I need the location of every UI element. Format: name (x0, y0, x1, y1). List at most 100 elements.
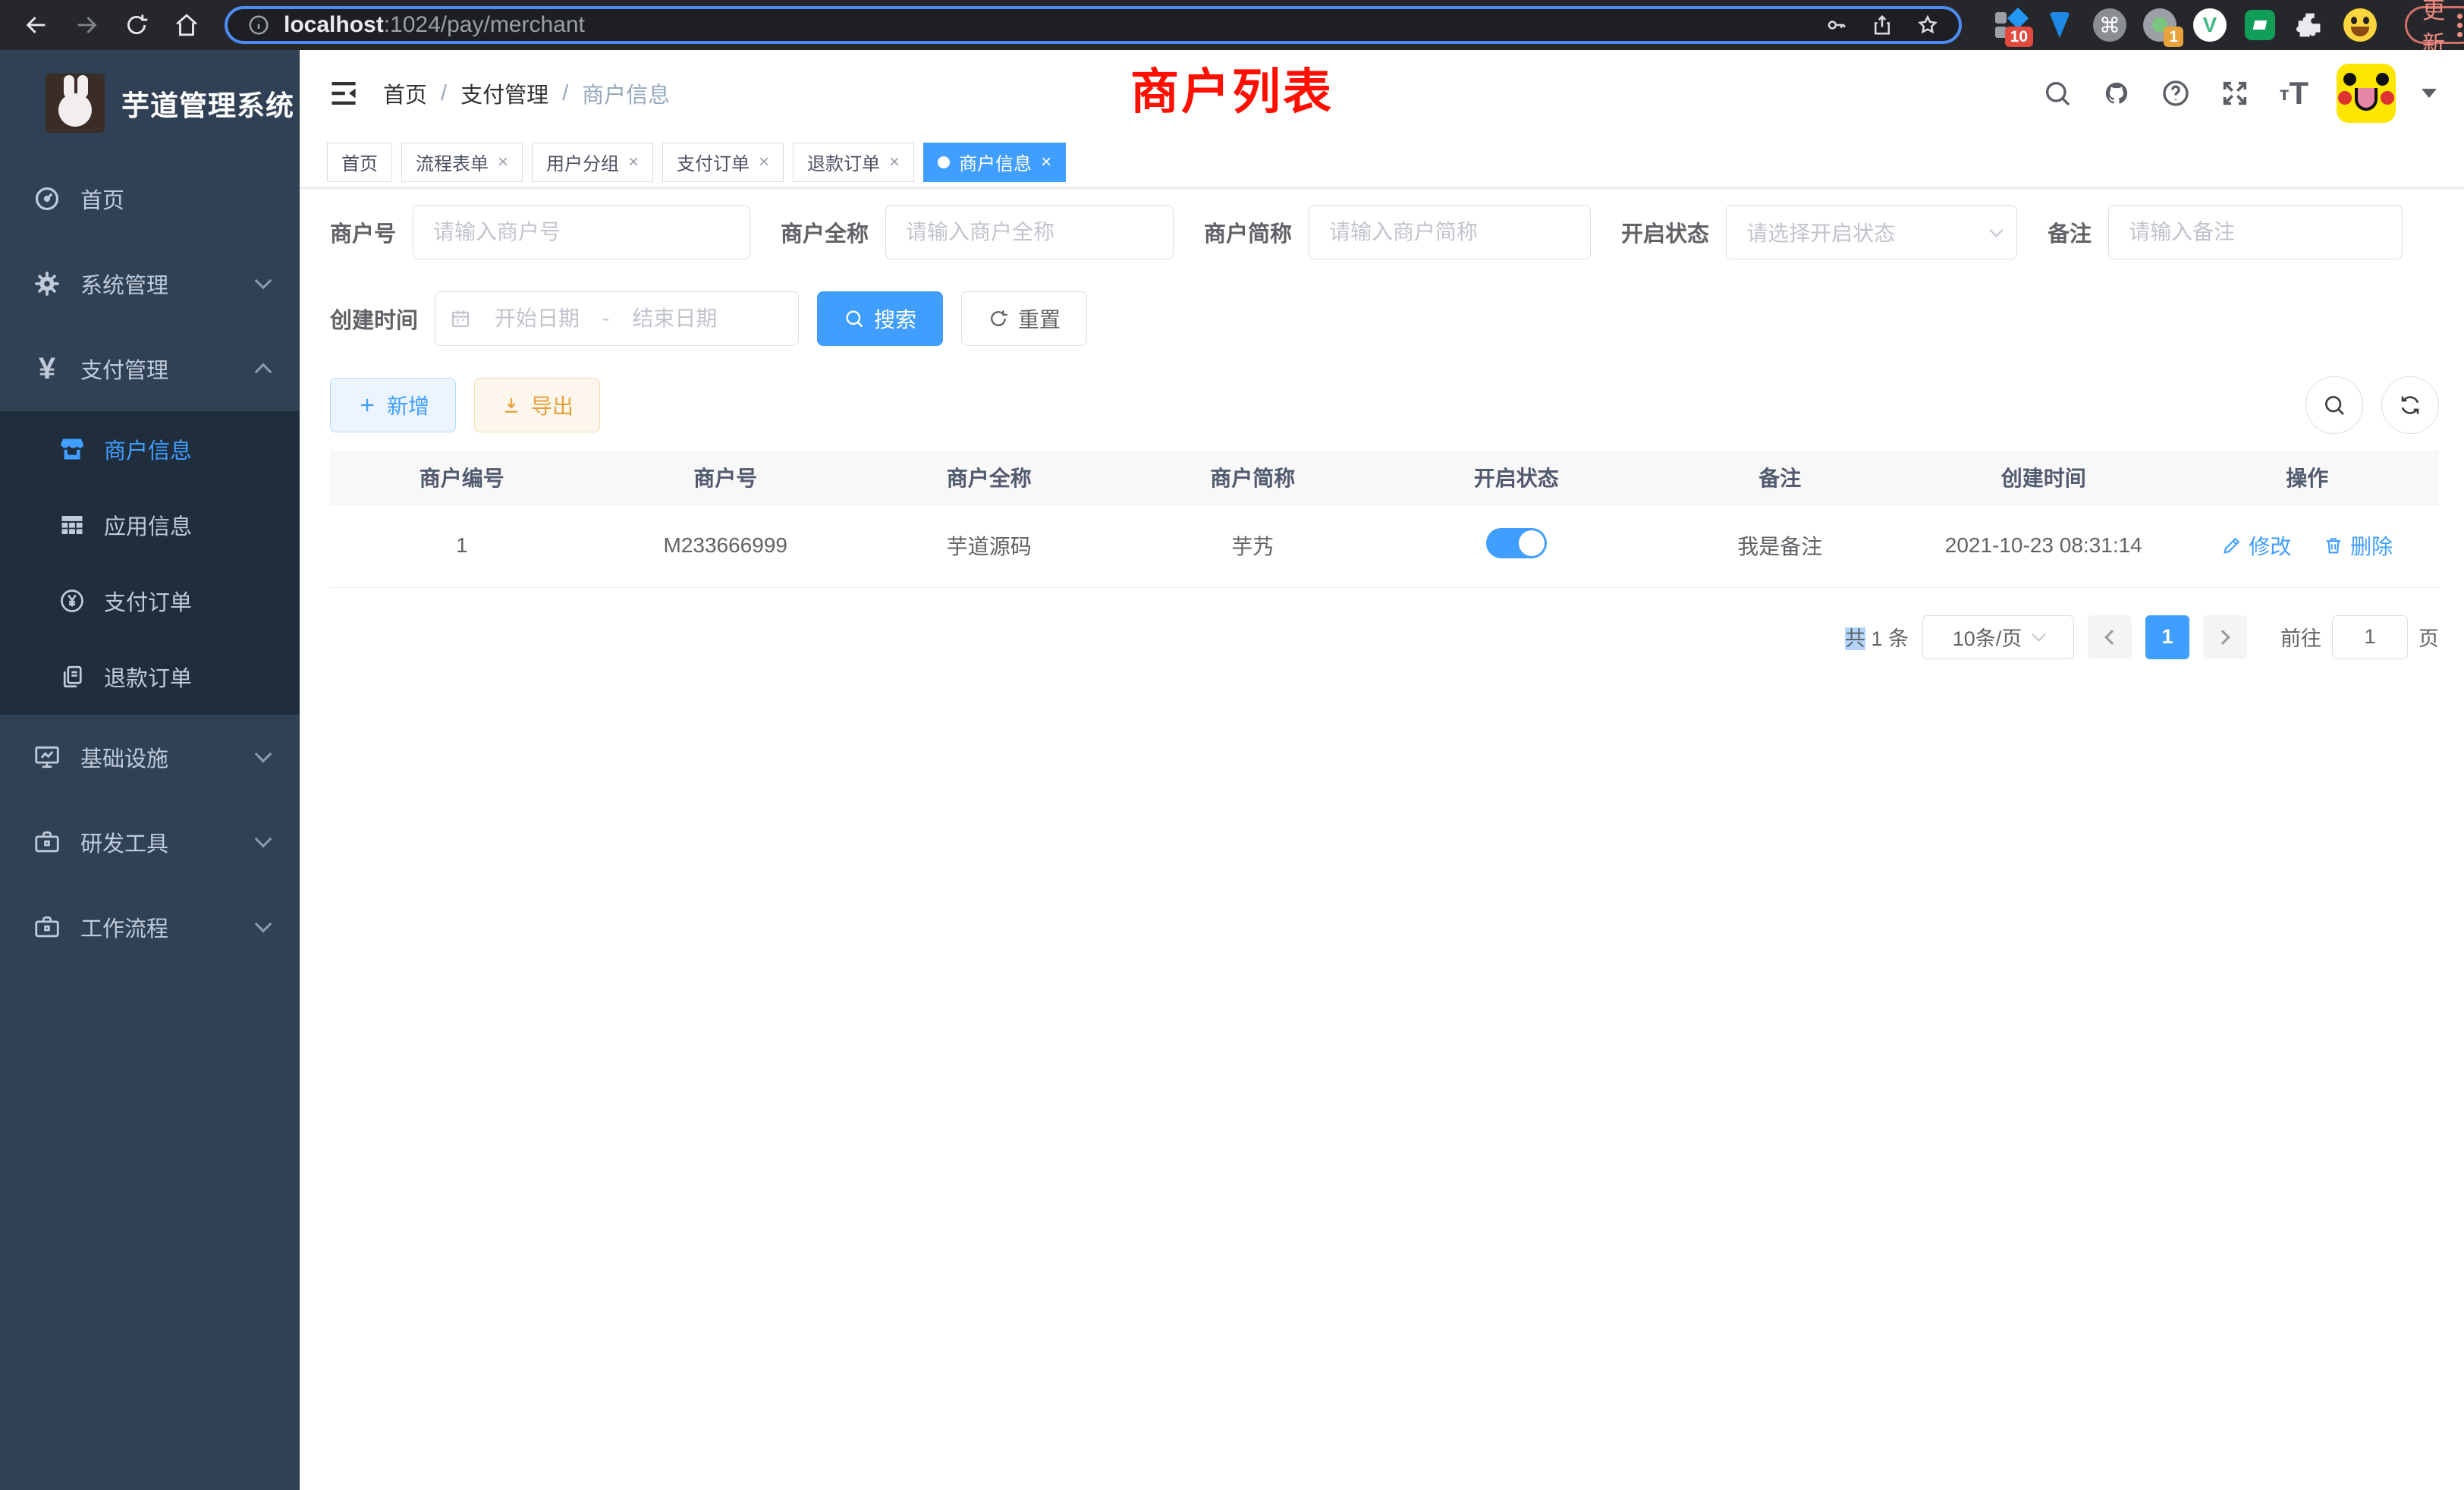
search-icon (844, 308, 865, 329)
add-button[interactable]: 新增 (330, 378, 456, 432)
browser-chrome: localhost:1024/pay/merchant 10 ⌘ 1 V 更新 (0, 0, 2464, 50)
sidebar-fold-button[interactable] (327, 77, 360, 110)
close-icon[interactable]: × (628, 152, 639, 173)
merchant-no-input[interactable] (413, 205, 750, 259)
table-header-row: 商户编号 商户号 商户全称 商户简称 开启状态 备注 创建时间 操作 (330, 451, 2439, 504)
font-size-button[interactable]: тT (2277, 77, 2311, 110)
browser-home-button[interactable] (167, 5, 206, 45)
navbar: 首页 / 支付管理 / 商户信息 商户列表 тT (300, 50, 2464, 137)
tab-user-group[interactable]: 用户分组× (532, 143, 653, 182)
col-short-name: 商户简称 (1121, 451, 1385, 504)
browser-reload-button[interactable] (117, 5, 156, 45)
browser-update-button[interactable]: 更新 (2405, 6, 2464, 44)
puzzle-extensions-icon[interactable] (2293, 8, 2327, 42)
breadcrumb: 首页 / 支付管理 / 商户信息 (383, 77, 670, 109)
header-search-button[interactable] (2041, 77, 2074, 110)
briefcase-icon (30, 910, 64, 944)
page-number-1[interactable]: 1 (2145, 615, 2189, 659)
remark-input[interactable] (2108, 205, 2403, 259)
reload-icon (124, 12, 149, 38)
monitor-extension-badge: 1 (2164, 27, 2183, 47)
filter-row-1: 商户号 商户全称 商户简称 开启状态 请选择开启状态 (330, 205, 2439, 259)
start-date-input[interactable] (476, 306, 598, 331)
help-button[interactable] (2159, 77, 2192, 110)
sidebar-item-merchant-info[interactable]: 商户信息 (0, 411, 300, 487)
storefront-icon (57, 434, 87, 464)
github-button[interactable] (2100, 77, 2133, 110)
plus-icon (357, 395, 378, 416)
close-icon[interactable]: × (498, 152, 508, 173)
profile-avatar-icon[interactable] (2343, 8, 2378, 42)
fullscreen-button[interactable] (2218, 77, 2252, 110)
pagination: 共 1 条 10条/页 1 前往 页 (330, 615, 2439, 659)
tab-pay-order[interactable]: 支付订单× (662, 143, 784, 182)
short-name-input[interactable] (1309, 205, 1591, 259)
refresh-icon (2398, 393, 2422, 417)
sidebar-item-home[interactable]: 首页 (0, 156, 300, 241)
page-content: 商户号 商户全称 商户简称 开启状态 请选择开启状态 (300, 188, 2464, 659)
tab-refund-order[interactable]: 退款订单× (793, 143, 914, 182)
browser-menu-icon[interactable] (2457, 14, 2462, 37)
next-page-button[interactable] (2203, 615, 2247, 659)
table-toolbar: 新增 导出 (330, 376, 2439, 434)
command-extension-icon[interactable]: ⌘ (2092, 8, 2127, 42)
chevron-left-icon (2104, 630, 2120, 645)
sidebar-item-workflow[interactable]: 工作流程 (0, 885, 300, 970)
full-name-input[interactable] (885, 205, 1174, 259)
chevron-down-icon (255, 831, 272, 848)
sidebar-logo-row[interactable]: 芋道管理系统 (0, 50, 300, 156)
chat-extension-icon[interactable] (2242, 8, 2277, 42)
end-date-input[interactable] (614, 306, 735, 331)
blue-gem-extension-icon[interactable] (2042, 8, 2077, 42)
extensions-grid-icon[interactable]: 10 (1992, 8, 2027, 42)
bookmark-star-icon[interactable] (1916, 14, 1939, 36)
breadcrumb-pay[interactable]: 支付管理 (460, 77, 548, 109)
goto-page-input[interactable] (2332, 615, 2408, 659)
reset-button[interactable]: 重置 (961, 291, 1087, 346)
close-icon[interactable]: × (1041, 152, 1051, 173)
tab-merchant-info[interactable]: 商户信息× (923, 143, 1066, 182)
share-icon[interactable] (1871, 14, 1894, 36)
breadcrumb-home[interactable]: 首页 (383, 77, 427, 109)
sidebar-item-system[interactable]: 系统管理 (0, 241, 300, 326)
url-bar[interactable]: localhost:1024/pay/merchant (225, 6, 1962, 44)
create-time-label: 创建时间 (330, 303, 418, 335)
tab-home[interactable]: 首页 (327, 143, 392, 182)
full-name-label: 商户全称 (781, 216, 869, 248)
pay-submenu: 商户信息 应用信息 支付订单 (0, 411, 300, 715)
status-select[interactable]: 请选择开启状态 (1726, 205, 2017, 259)
user-avatar[interactable] (2337, 64, 2396, 123)
browser-forward-button[interactable] (67, 5, 106, 45)
sidebar-item-refund-order[interactable]: 退款订单 (0, 639, 300, 715)
sidebar-item-infra[interactable]: 基础设施 (0, 715, 300, 800)
close-icon[interactable]: × (759, 152, 769, 173)
monitor-extension-icon[interactable]: 1 (2142, 8, 2177, 42)
page-size-select[interactable]: 10条/页 (1922, 615, 2074, 659)
toggle-search-button[interactable] (2305, 376, 2363, 434)
calendar-icon (449, 307, 472, 330)
refresh-table-button[interactable] (2381, 376, 2439, 434)
close-icon[interactable]: × (889, 152, 900, 173)
annotation-merchant-list: 商户列表 (1130, 53, 1334, 123)
sidebar-item-app-info[interactable]: 应用信息 (0, 487, 300, 563)
tab-process-form[interactable]: 流程表单× (401, 143, 523, 182)
table-row: 1 M233666999 芋道源码 芋艿 我是备注 2021-10-23 08:… (330, 504, 2439, 587)
sidebar-item-pay[interactable]: ¥ 支付管理 (0, 326, 300, 411)
export-button[interactable]: 导出 (474, 378, 600, 432)
col-merchant-id: 商户编号 (330, 451, 594, 504)
sidebar-item-devtools[interactable]: 研发工具 (0, 800, 300, 885)
sidebar-item-pay-order[interactable]: 支付订单 (0, 563, 300, 639)
delete-link[interactable]: 删除 (2323, 530, 2393, 561)
url-text: localhost:1024/pay/merchant (284, 12, 1812, 38)
edit-link[interactable]: 修改 (2221, 530, 2291, 561)
search-button[interactable]: 搜索 (817, 291, 943, 346)
create-time-range-picker[interactable]: - (435, 291, 799, 346)
trash-icon (2323, 535, 2344, 556)
status-toggle[interactable] (1486, 528, 1547, 558)
prev-page-button[interactable] (2088, 615, 2132, 659)
browser-back-button[interactable] (17, 5, 56, 45)
password-key-icon[interactable] (1825, 14, 1848, 36)
avatar-caret-icon[interactable] (2422, 89, 2437, 98)
briefcase-icon (30, 825, 64, 859)
vue-devtools-icon[interactable]: V (2192, 8, 2227, 42)
